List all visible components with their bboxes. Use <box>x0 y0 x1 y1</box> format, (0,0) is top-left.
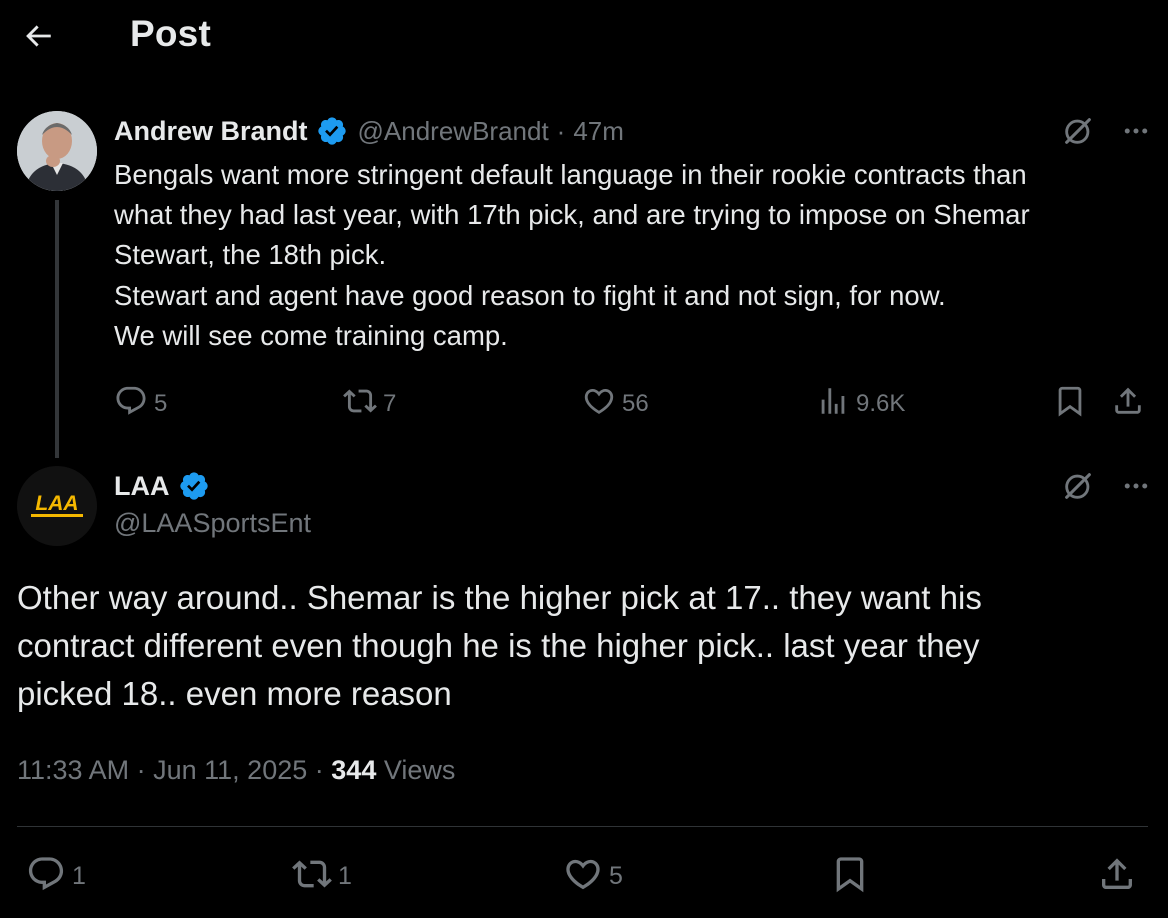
reply-count: 5 <box>154 389 168 417</box>
reply-icon <box>26 854 66 899</box>
tweet-text-line: what they had last year, with 17th pick,… <box>114 199 1030 231</box>
share-button[interactable] <box>1111 384 1145 423</box>
author-handle[interactable]: @AndrewBrandt <box>358 116 549 147</box>
views-count: 9.6K <box>856 389 906 417</box>
heart-icon <box>563 854 603 899</box>
separator: · <box>556 115 566 146</box>
grok-icon[interactable] <box>1061 469 1095 503</box>
like-button[interactable]: 5 <box>563 854 623 899</box>
tweet-date[interactable]: Jun 11, 2025 <box>153 755 307 785</box>
avatar[interactable]: LAA <box>17 466 97 546</box>
repost-count: 7 <box>383 389 397 417</box>
bookmark-button[interactable] <box>1053 384 1087 423</box>
repost-count: 1 <box>338 862 352 890</box>
separator: · <box>136 755 146 785</box>
views-icon <box>816 384 850 423</box>
tweet-text-line: picked 18.. even more reason <box>17 675 452 712</box>
tweet-text-line: We will see come training camp. <box>114 319 508 351</box>
separator: · <box>314 755 324 785</box>
back-button[interactable] <box>18 18 58 58</box>
verified-badge-icon[interactable] <box>178 470 210 502</box>
grok-icon[interactable] <box>1061 114 1095 148</box>
header: Post <box>0 0 1168 72</box>
parent-author-row: Andrew Brandt @AndrewBrandt · 47m <box>114 112 624 150</box>
share-icon <box>1097 854 1137 899</box>
views-count: 344 <box>331 755 377 785</box>
tweet-time[interactable]: 11:33 AM <box>17 755 129 785</box>
like-count: 56 <box>622 389 649 417</box>
bookmark-icon <box>1053 384 1087 423</box>
author-handle[interactable]: @LAASportsEnt <box>114 508 311 539</box>
share-icon <box>1111 384 1145 423</box>
timestamp[interactable]: 47m <box>573 116 624 147</box>
reply-count: 1 <box>72 862 86 890</box>
laa-logo-text: LAA <box>35 492 78 515</box>
parent-top-icons <box>1061 114 1151 148</box>
repost-icon <box>292 854 332 899</box>
more-icon[interactable] <box>1121 116 1151 146</box>
tweet-text-line: Other way around.. Shemar is the higher … <box>17 579 982 616</box>
avatar[interactable] <box>17 111 97 191</box>
repost-icon <box>343 384 377 423</box>
reply-button[interactable]: 1 <box>26 854 86 899</box>
author-name[interactable]: Andrew Brandt <box>114 116 308 147</box>
reply-icon <box>114 384 148 423</box>
bookmark-icon <box>830 854 870 899</box>
divider <box>17 826 1148 827</box>
tweet-text-line: Stewart, the 18th pick. <box>114 239 387 271</box>
like-button[interactable]: 56 <box>582 384 649 423</box>
author-name[interactable]: LAA <box>114 471 170 502</box>
tweet-text-line: contract different even though he is the… <box>17 627 980 664</box>
repost-button[interactable]: 7 <box>343 384 396 423</box>
page-title: Post <box>130 13 211 54</box>
like-count: 5 <box>609 862 623 890</box>
verified-badge-icon[interactable] <box>316 115 348 147</box>
reply-button[interactable]: 5 <box>114 384 167 423</box>
share-button[interactable] <box>1097 854 1137 899</box>
reply-author-row: LAA <box>114 466 210 506</box>
tweet-text: Other way around.. Shemar is the higher … <box>17 574 1147 718</box>
views-label: Views <box>383 755 456 785</box>
reply-top-icons <box>1061 469 1151 503</box>
arrow-left-icon <box>21 19 55 58</box>
post-page: Post Andrew Brandt @AndrewBrandt · 47m B… <box>0 0 1168 918</box>
tweet-text: Bengals want more stringent default lang… <box>114 155 1154 356</box>
bookmark-button[interactable] <box>830 854 870 899</box>
tweet-text-line: Stewart and agent have good reason to fi… <box>114 279 946 311</box>
tweet-meta: 11:33 AM · Jun 11, 2025 · 344 Views <box>17 755 455 786</box>
thread-line <box>55 200 59 458</box>
views-button[interactable]: 9.6K <box>816 384 905 423</box>
heart-icon <box>582 384 616 423</box>
tweet-text-line: Bengals want more stringent default lang… <box>114 159 1027 190</box>
repost-button[interactable]: 1 <box>292 854 352 899</box>
more-icon[interactable] <box>1121 471 1151 501</box>
